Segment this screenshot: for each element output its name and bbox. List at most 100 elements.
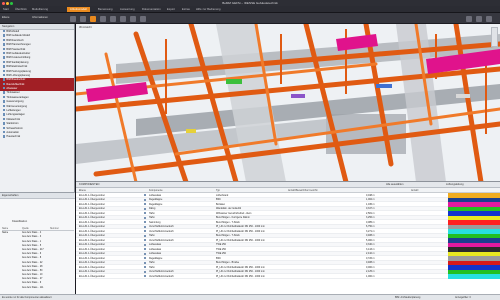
tree-item-label: BIM Raumbuch: [6, 38, 24, 42]
component-type-icon: [144, 230, 147, 233]
component-cell: 1,000 m: [366, 274, 375, 278]
component-cell: 0,488 m: [366, 261, 375, 265]
component-cell: 2,125 m: [366, 270, 375, 274]
tree-item-label: BIM Gebäudestruktur: [6, 52, 31, 56]
tree-item-label: BIM-Modell: [6, 30, 20, 34]
component-type-icon: [144, 248, 147, 251]
window-title: BeMM GEFSi – IDENSE Gebäudetechnik: [222, 1, 278, 5]
component-cell: 3,143 m: [366, 247, 375, 251]
component-type-icon: [144, 257, 147, 260]
tree-item-label: BIM Planzeichnungen: [6, 43, 31, 47]
level-select-label[interactable]: Ebene: [2, 16, 10, 19]
component-cell: EG-LZ1.1-Übergeordnet: [79, 261, 105, 265]
user-icon[interactable]: [476, 15, 482, 22]
tab-export[interactable]: Export: [167, 8, 175, 13]
component-cell: Verschlußkrümmerkorb: [149, 238, 174, 242]
component-cell: EG-LZ1.1-Übergeordnet: [79, 193, 105, 197]
tree-item-label: Automation: [6, 131, 20, 135]
component-cell: EG-LZ1.1-Übergeordnet: [79, 243, 105, 247]
tree-item-label: BIM Heizungsplanung: [6, 69, 31, 73]
3d-model-render[interactable]: [76, 24, 500, 182]
component-cell: BSK: [216, 198, 221, 202]
component-cell: EG-LZ1.1-Übergeordnet: [79, 216, 105, 220]
col-anzahl[interactable]: Anzahl: [411, 189, 418, 192]
component-cell: Luftauslass: [149, 252, 162, 256]
new-model-icon[interactable]: [70, 15, 76, 22]
filter-icon[interactable]: [130, 15, 136, 22]
component-cell: Pl_LZ1.1c Rohrleitballenkr DN 250 - 1000…: [216, 238, 265, 242]
tree-item-label: Wärmeversorgung: [6, 104, 27, 108]
tab-bemessung[interactable]: Bemessung: [98, 8, 113, 13]
component-cell: Pl_LZ1.1c Rohrleitballenkr DN 250 - 1000…: [216, 225, 265, 229]
search-icon[interactable]: [466, 15, 472, 22]
component-cell: Bund Mögen - Brücke: [216, 261, 240, 265]
tree-item-label: Schwachstrom: [6, 126, 23, 130]
select-all-filter[interactable]: Alle auswählen: [386, 183, 403, 186]
component-type-icon: [144, 252, 147, 255]
tab-extras[interactable]: Extras: [182, 8, 190, 13]
status-bar: Es wurde nur für alle Komponenten aktual…: [0, 294, 500, 300]
ribbon-tab-bar: Start Überblick Modellierung Arbeitsmode…: [0, 6, 500, 13]
col-ebene[interactable]: Ebene: [79, 189, 86, 192]
tab-dokumentation[interactable]: Dokumentation: [142, 8, 161, 13]
component-cell: EG-LZ1.1-Übergeordnet: [79, 211, 105, 215]
camera-icon[interactable]: [140, 15, 146, 22]
component-cell: Verschlußkrümmerkorb: [149, 229, 174, 233]
component-cell: Hahn: [149, 265, 155, 269]
tab-start[interactable]: Start: [3, 8, 9, 13]
component-cell: Hahn: [149, 211, 155, 215]
tree-item[interactable]: Haustechnik: [0, 135, 74, 139]
3d-viewport[interactable]: 3D-Ansicht: [76, 24, 500, 182]
measure-icon[interactable]: [120, 15, 126, 22]
col-typ[interactable]: Typ: [216, 189, 220, 192]
component-type-icon: [144, 275, 147, 278]
component-type-icon: [144, 243, 147, 246]
yellow-element: [186, 129, 196, 133]
tree-item-label: BIM Sanitärplanung: [6, 60, 29, 64]
component-cell: EG-LZ1.1-Übergeordnet: [79, 220, 105, 224]
components-rows: EG-LZ1.1-Übergeordnet Luftauslass Lüfterbr…: [76, 193, 500, 279]
component-cell: 0,048 m: [366, 193, 375, 197]
tree-item-label: Luftleitungen: [6, 109, 21, 113]
component-type-icon: [144, 207, 147, 210]
blue-element: [376, 84, 392, 88]
component-row[interactable]: EG-LZ1.1-Übergeordnet Verschlußkrümmerkor…: [76, 274, 500, 279]
settings-icon[interactable]: [486, 15, 492, 22]
view-cube-tools[interactable]: [491, 27, 498, 47]
tab-auswertung[interactable]: Auswertung: [120, 8, 135, 13]
component-cell: EG-LZ1.1-Übergeordnet: [79, 198, 105, 202]
component-cell: EG-LZ1.1-Übergeordnet: [79, 202, 105, 206]
component-cell: 0,000 m: [366, 265, 375, 269]
component-cell: EG-LZ1.1-Übergeordnet: [79, 229, 105, 233]
component-cell: Pl_LZ1.1c Rohrleitballenkr DN 250 - 1000…: [216, 265, 265, 269]
component-type-icon: [144, 212, 147, 215]
cube-icon[interactable]: [100, 15, 106, 22]
component-type-icon: [144, 221, 147, 224]
layers-icon[interactable]: [90, 15, 96, 22]
component-cell: Regelklappe: [149, 198, 163, 202]
component-cell: Hahn: [149, 216, 155, 220]
component-cell: Pl_LZ1.1c Rohrleitballenkr DN 250 - 1000…: [216, 274, 265, 278]
tab-hilfe[interactable]: Hilfe zur Bedienung: [196, 8, 221, 13]
component-cell: Verschlußkrümmerkorb: [149, 274, 174, 278]
color-swatch[interactable]: [448, 274, 500, 279]
classification-row[interactable]: Aus dem Klass... 111: [2, 286, 74, 290]
section-icon[interactable]: [110, 15, 116, 22]
tab-ueberblick[interactable]: Überblick: [15, 8, 27, 13]
group-filter[interactable]: Lüftungsleitung: [446, 183, 464, 186]
component-cell: 0,347 m: [366, 207, 375, 211]
tab-modellierung[interactable]: Modellierung: [32, 8, 48, 13]
component-type-icon: [144, 239, 147, 242]
tab-arbeitsmodell[interactable]: Arbeitsmodell: [67, 7, 91, 12]
tree-item-label: BIM Kostenermittlung: [6, 56, 31, 60]
import-icon[interactable]: [80, 15, 86, 22]
status-right: Anzeigefilter: 0: [455, 296, 471, 300]
component-cell: Pl_LZ1.1c Rohrleitballenkr DN 250 - 1000…: [216, 229, 265, 233]
component-type-icon: [144, 266, 147, 269]
component-cell: Pl_LZ1.1c Rohrleitballenkr DN 250 - 1000…: [216, 270, 265, 274]
col-komponente[interactable]: Komponente: [149, 189, 163, 192]
col-info[interactable]: Anzahl/Bereich/Kurz-text/Nr.: [288, 189, 318, 192]
tree-item-label: BIM Gebäude Modell: [6, 34, 30, 38]
info-select[interactable]: Informationen: [32, 16, 48, 19]
component-cell: EG-LZ1.1-Übergeordnet: [79, 234, 105, 238]
